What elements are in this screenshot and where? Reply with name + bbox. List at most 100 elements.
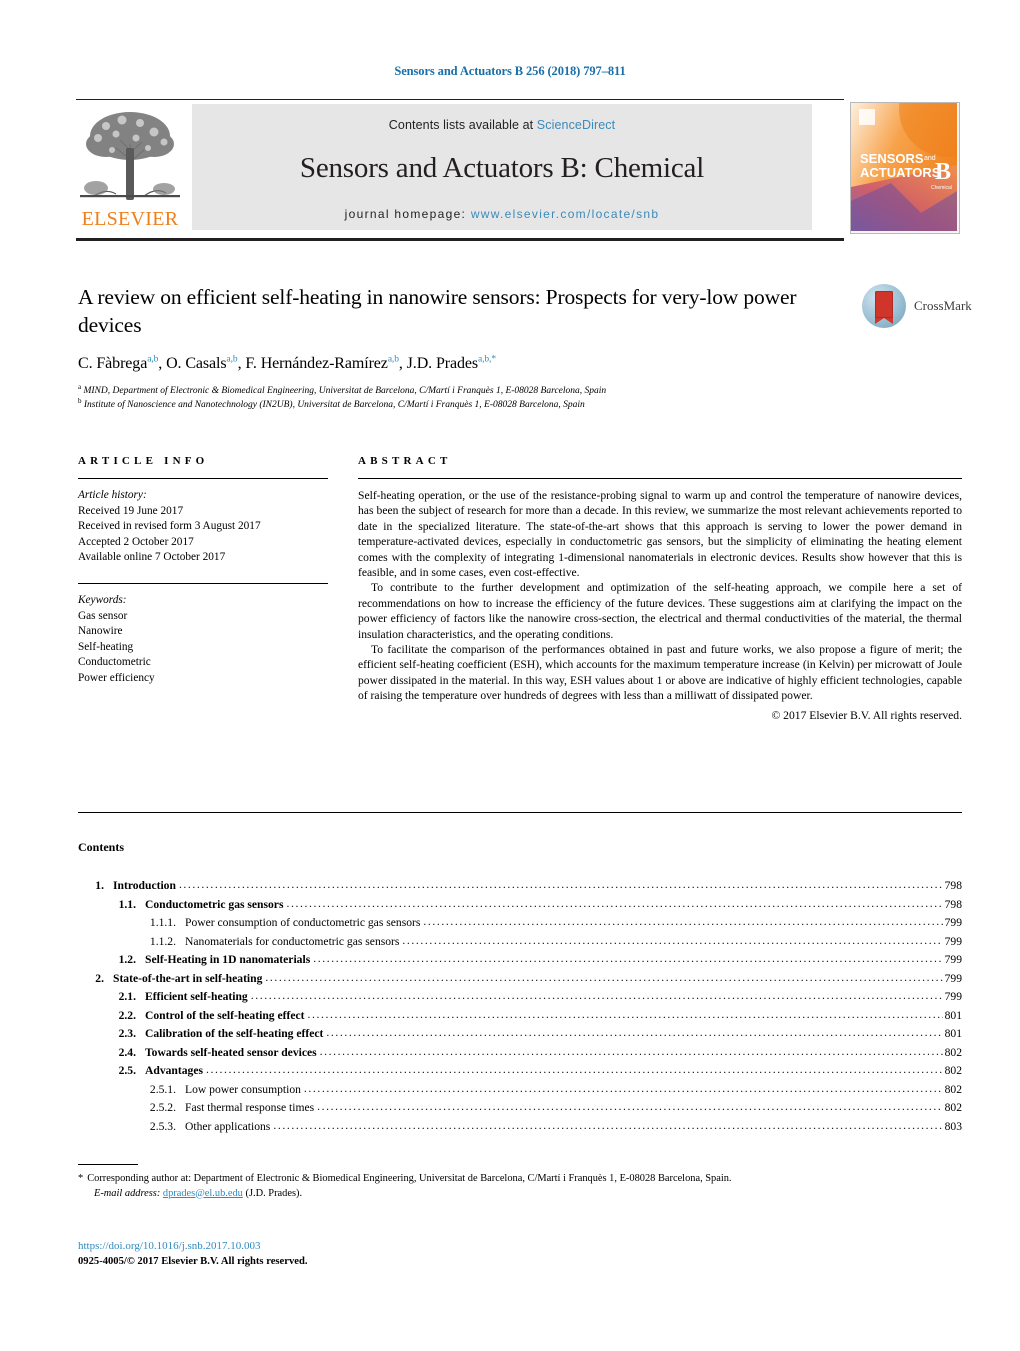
article-info-heading: ARTICLE INFO [78, 455, 209, 467]
crossmark-label: CrossMark [914, 298, 972, 313]
affiliation-marker: b [78, 396, 82, 405]
contents-entry-label: Introduction [113, 879, 176, 892]
abstract-heading: ABSTRACT [358, 455, 452, 467]
running-head: Sensors and Actuators B 256 (2018) 797–8… [394, 64, 626, 78]
email-link[interactable]: dprades@el.ub.edu [163, 1188, 243, 1199]
abstract-divider [358, 478, 962, 479]
history-item: Available online 7 October 2017 [78, 551, 226, 564]
history-item: Received 19 June 2017 [78, 504, 184, 517]
contents-entry-page: 799 [944, 971, 962, 985]
doi-block: https://doi.org/10.1016/j.snb.2017.10.00… [78, 1238, 962, 1270]
keyword-item: Self-heating [78, 640, 134, 653]
contents-entry[interactable]: 2.4. Towards self-heated sensor devices..… [78, 1044, 962, 1063]
masthead-top-rule [76, 99, 844, 100]
title-block: A review on efficient self-heating in na… [78, 283, 848, 412]
contents-entry-page: 802 [944, 1045, 962, 1059]
contents-entry-number: 2.3. [118, 1027, 136, 1040]
contents-entry-number: 2. [95, 971, 104, 985]
contents-entry-page: 801 [944, 1027, 962, 1040]
contents-leader-dots: ........................................… [319, 1044, 943, 1058]
contents-entry-label: Calibration of the self-heating effect [145, 1027, 324, 1040]
journal-cover-thumbnail: SENSORS and ACTUATORS B Chemical [850, 102, 960, 234]
contents-entry[interactable]: 2.1. Efficient self-heating..............… [78, 988, 962, 1007]
corresponding-marker: * [78, 1173, 84, 1184]
svg-text:B: B [935, 159, 951, 185]
contents-entry-number: 2.2. [118, 1008, 136, 1022]
author-affil-marker: a,b,* [478, 354, 496, 365]
corresponding-text: Corresponding author at: Department of E… [87, 1173, 732, 1184]
masthead-bottom-rule [76, 238, 844, 241]
contents-entry-page: 801 [944, 1008, 962, 1022]
author-entry: F. Hernández-Ramíreza,b [245, 354, 399, 372]
author-name: J.D. Prades [406, 355, 479, 372]
journal-title: Sensors and Actuators B: Chemical [299, 152, 705, 184]
contents-entry-page: 799 [944, 916, 962, 929]
contents-entry-label: Conductometric gas sensors [145, 897, 284, 911]
contents-list: 1. Introduction..........................… [78, 877, 962, 1136]
contents-entry[interactable]: 2.5.2. Fast thermal response times.......… [78, 1099, 962, 1118]
author-entry: J.D. Pradesa,b,* [407, 355, 496, 372]
contents-entry-label: Towards self-heated sensor devices [145, 1045, 317, 1059]
contents-entry[interactable]: 1.1.1. Power consumption of conductometri… [78, 914, 962, 933]
contents-entry[interactable]: 2.5. Advantages..........................… [78, 1062, 962, 1081]
svg-text:SENSORS: SENSORS [860, 151, 924, 166]
contents-entry-page: 799 [944, 934, 962, 948]
crossmark-badge[interactable]: CrossMark [862, 284, 972, 330]
contents-entry-number: 2.1. [118, 990, 136, 1003]
svg-text:Chemical: Chemical [931, 185, 952, 191]
abstract-column: ABSTRACT Self-heating operation, or the … [358, 455, 962, 723]
corresponding-author-note: * Corresponding author at: Department of … [78, 1172, 962, 1187]
affiliation-item: a MIND, Department of Electronic & Biome… [78, 383, 848, 399]
keyword-item: Nanowire [78, 625, 123, 638]
doi-link[interactable]: https://doi.org/10.1016/j.snb.2017.10.00… [78, 1238, 962, 1254]
email-note: E-mail address: dprades@el.ub.edu (J.D. … [78, 1187, 962, 1202]
contents-leader-dots: ........................................… [303, 1081, 943, 1095]
author-affil-marker: a,b [387, 354, 399, 365]
contents-entry[interactable]: 2.2. Control of the self-heating effect..… [78, 1007, 962, 1026]
contents-entry[interactable]: 1. Introduction..........................… [78, 877, 962, 896]
journal-homepage-line: journal homepage: www.elsevier.com/locat… [192, 207, 812, 221]
abstract-paragraph: To facilitate the comparison of the perf… [358, 643, 962, 703]
contents-entry-page: 798 [944, 897, 962, 911]
abstract-paragraph: Self-heating operation, or the use of th… [358, 489, 962, 580]
contents-entry[interactable]: 1.1. Conductometric gas sensors..........… [78, 896, 962, 915]
contents-entry-number: 1.1.1. [149, 916, 176, 929]
author-list: C. Fàbregaa,b, O. Casalsa,b, F. Hernánde… [78, 354, 496, 372]
contents-entry-number: 1.1.2. [149, 934, 176, 948]
keyword-item: Conductometric [78, 656, 151, 669]
email-suffix: (J.D. Prades). [245, 1187, 303, 1199]
affiliation-item: b Institute of Nanoscience and Nanotechn… [78, 396, 848, 413]
masthead-center: Contents lists available at ScienceDirec… [192, 104, 812, 230]
abstract-copyright: © 2017 Elsevier B.V. All rights reserved… [771, 708, 962, 722]
contents-prefix: Contents lists available at [388, 118, 537, 132]
sciencedirect-link[interactable]: ScienceDirect [537, 118, 615, 132]
contents-leader-dots: ........................................… [307, 1007, 942, 1021]
contents-leader-dots: ........................................… [178, 878, 943, 891]
contents-entry[interactable]: 1.1.2. Nanomaterials for conductometric g… [78, 933, 962, 952]
keyword-item: Power efficiency [78, 671, 155, 684]
abstract-body: Self-heating operation, or the use of th… [358, 488, 962, 723]
contents-entry[interactable]: 1.2. Self-Heating in 1D nanomaterials....… [78, 951, 962, 970]
article-history-label: Article history: [78, 489, 147, 501]
footnote-block: * Corresponding author at: Department of … [78, 1172, 962, 1201]
contents-entry-label: Efficient self-heating [145, 990, 248, 1003]
journal-homepage-link[interactable]: www.elsevier.com/locate/snb [471, 207, 660, 221]
contents-entry-label: Self-Heating in 1D nanomaterials [145, 953, 311, 966]
contents-entry-number: 2.5.3. [149, 1119, 176, 1133]
email-label: E-mail address: [94, 1187, 161, 1199]
elsevier-logo: ELSEVIER [76, 104, 184, 230]
contents-entry[interactable]: 2.5.1. Low power consumption.............… [78, 1081, 962, 1100]
author-name: F. Hernández-Ramírez [245, 355, 388, 372]
contents-entry[interactable]: 2.5.3. Other applications................… [78, 1118, 962, 1137]
footnote-rule [78, 1164, 138, 1165]
crossmark-book-shape [875, 291, 893, 324]
contents-entry-page: 799 [944, 953, 962, 966]
issn-copyright-line: 0925-4005/© 2017 Elsevier B.V. All right… [78, 1256, 308, 1267]
contents-entry[interactable]: 2.3. Calibration of the self-heating effe… [78, 1025, 962, 1044]
contents-entry-page: 803 [944, 1119, 962, 1133]
contents-entry-page: 802 [944, 1064, 962, 1077]
contents-entry-label: Power consumption of conductometric gas … [185, 916, 421, 929]
keywords-divider [78, 582, 328, 584]
contents-entry[interactable]: 2. State-of-the-art in self-heating......… [78, 970, 962, 989]
contents-leader-dots: ........................................… [205, 1063, 943, 1076]
